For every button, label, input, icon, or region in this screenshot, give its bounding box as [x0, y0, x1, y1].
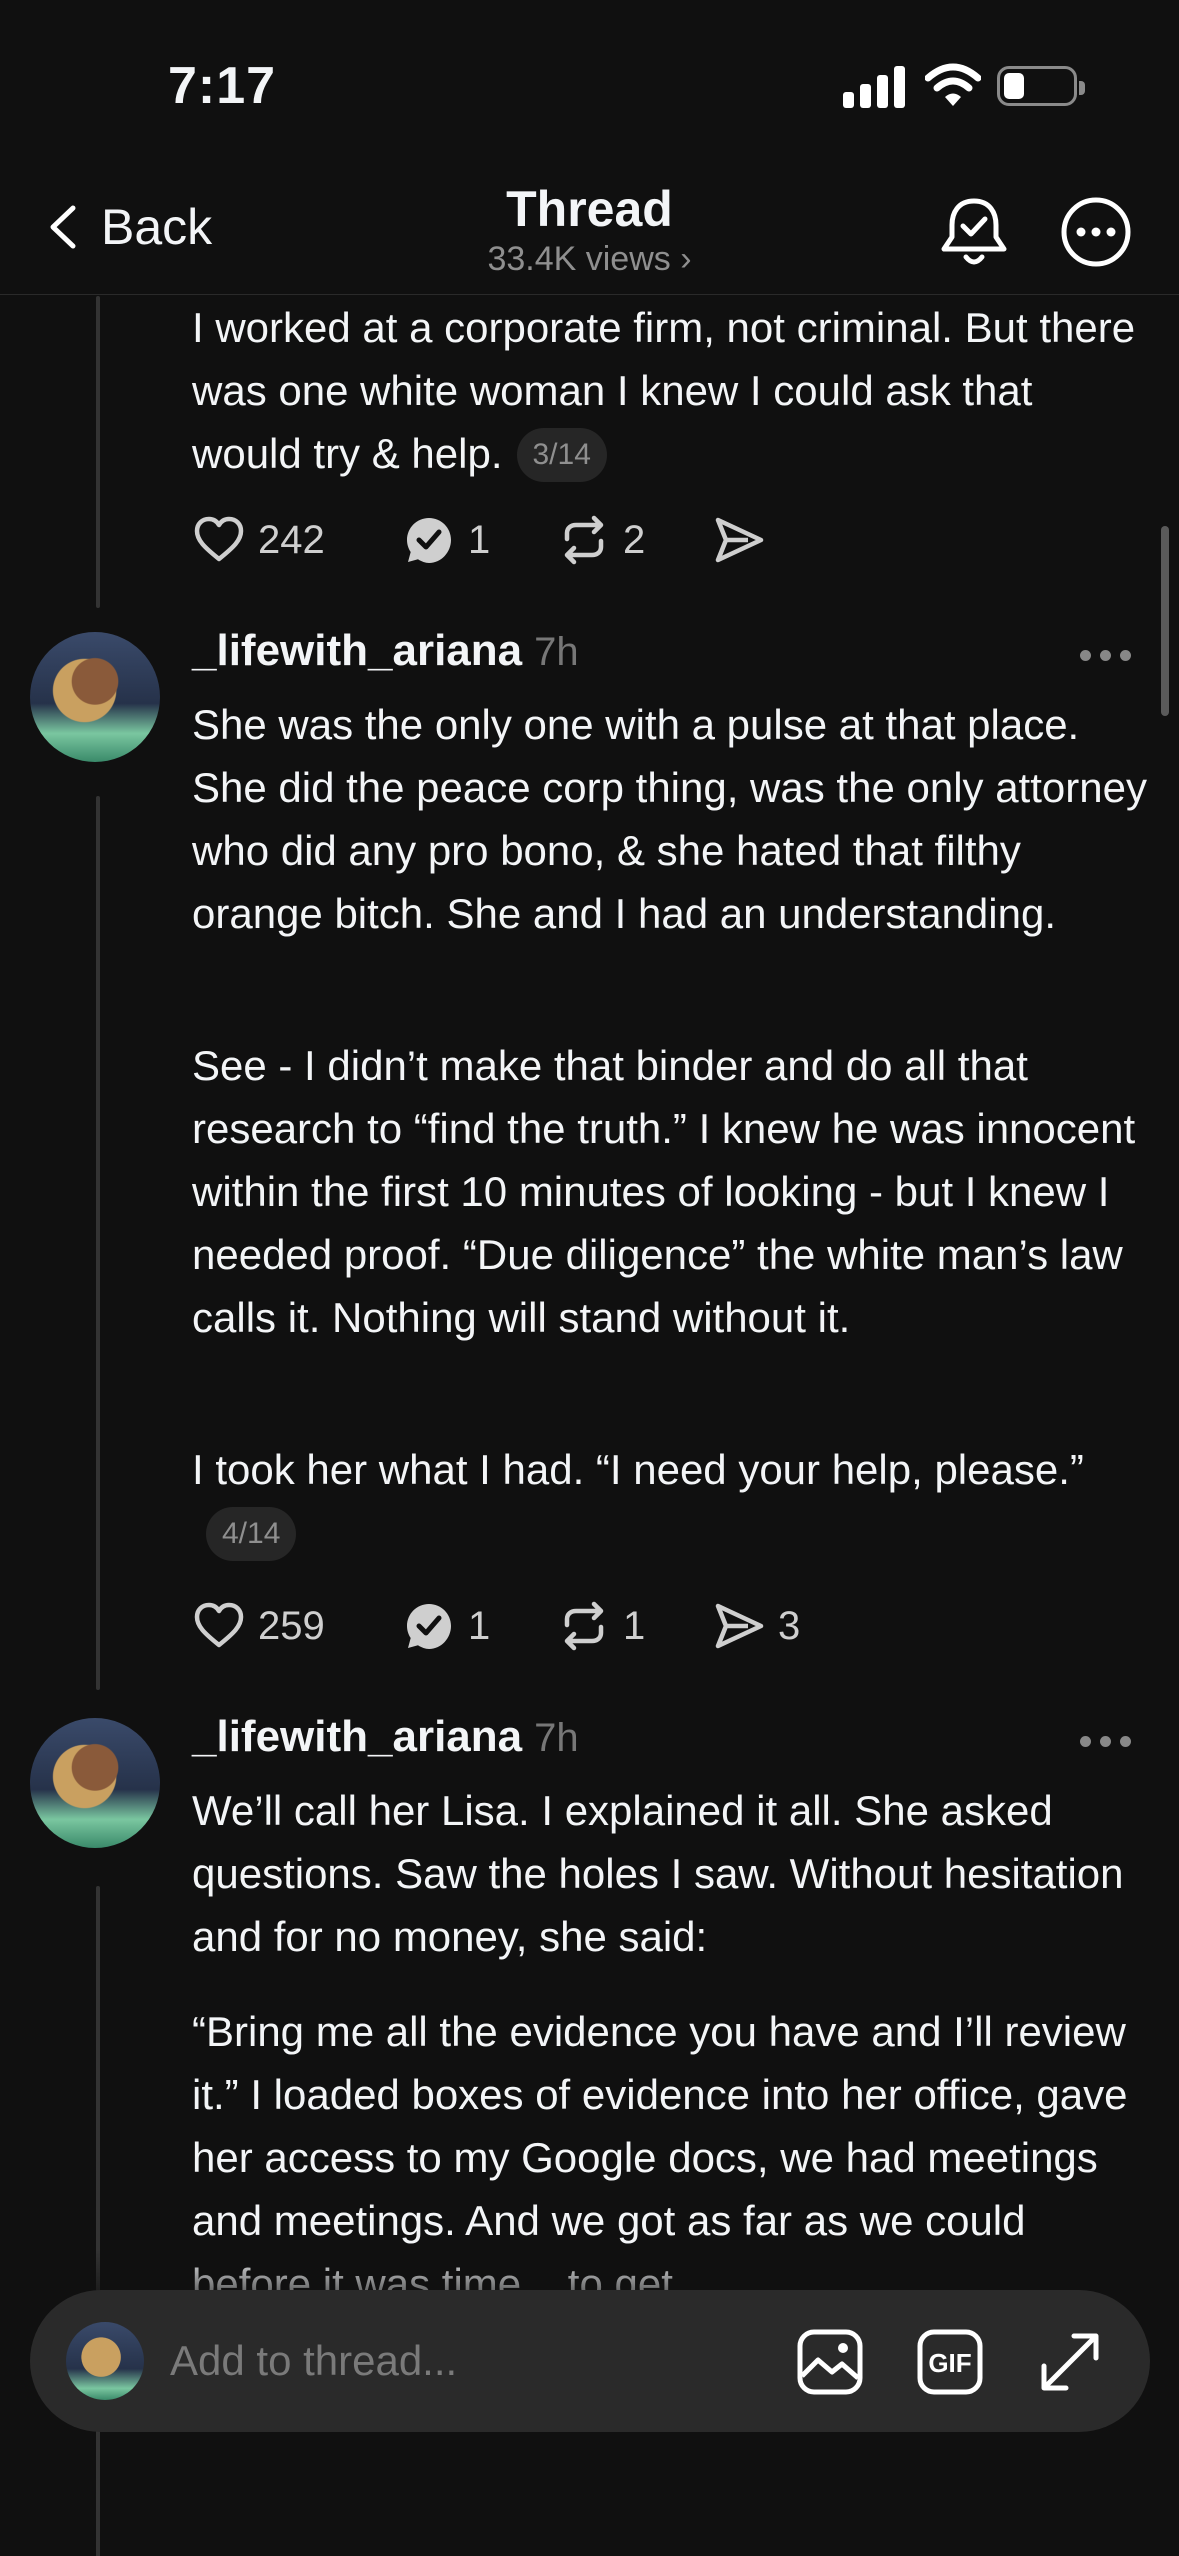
more-circle-icon[interactable]	[1060, 196, 1132, 268]
like-button[interactable]: 259	[192, 1599, 402, 1653]
post-more-icon[interactable]	[1080, 1736, 1132, 1748]
reply-icon	[407, 1604, 451, 1649]
gif-icon[interactable]: GIF	[916, 2328, 984, 2396]
heart-icon	[194, 1602, 244, 1648]
post-time: 7h	[534, 1716, 579, 1760]
share-button[interactable]: 3	[712, 1599, 800, 1653]
thread-connector	[96, 296, 100, 608]
post-username[interactable]: _lifewith_ariana	[192, 626, 522, 676]
reply-icon	[407, 518, 451, 563]
post-text: I took her what I had. “I need your help…	[192, 1446, 1084, 1493]
share-icon	[715, 1603, 764, 1649]
reply-button[interactable]: 1	[402, 1599, 557, 1653]
repost-icon	[564, 515, 604, 565]
like-count: 259	[258, 1603, 325, 1648]
avatar	[66, 2322, 144, 2400]
share-icon	[715, 517, 764, 563]
post-text: See - I didn’t make that binder and do a…	[192, 1042, 1136, 1341]
post-more-icon[interactable]	[1080, 650, 1132, 662]
heart-icon	[194, 516, 244, 562]
thread-list: I worked at a corporate firm, not crimin…	[0, 296, 1179, 2556]
repost-button[interactable]: 1	[557, 1599, 712, 1653]
image-icon[interactable]	[796, 2328, 864, 2396]
avatar[interactable]	[30, 1718, 160, 1848]
battery-icon	[997, 66, 1085, 106]
repost-button[interactable]: 2	[557, 513, 712, 567]
post-time: 7h	[534, 630, 579, 674]
share-count: 3	[778, 1603, 801, 1648]
share-button[interactable]	[712, 513, 778, 567]
repost-icon	[564, 1601, 604, 1651]
post-username[interactable]: _lifewith_ariana	[192, 1712, 522, 1762]
post-text: She was the only one with a pulse at tha…	[192, 701, 1147, 937]
expand-icon[interactable]	[1036, 2328, 1104, 2396]
thread-connector	[96, 796, 100, 1690]
repost-count: 1	[623, 1603, 646, 1648]
post-text: We’ll call her Lisa. I explained it all.…	[192, 1787, 1124, 1960]
reply-count: 1	[468, 517, 491, 562]
like-button[interactable]: 242	[192, 513, 402, 567]
status-bar: 7:17	[0, 0, 1179, 170]
thread-connector	[96, 1886, 100, 2556]
like-count: 242	[258, 517, 325, 562]
status-time: 7:17	[168, 57, 277, 115]
post-actions: 259 1 1 3	[192, 1598, 800, 1654]
repost-count: 2	[623, 517, 646, 562]
bell-check-icon[interactable]	[938, 195, 1010, 271]
thread-composer: GIF	[30, 2290, 1150, 2432]
scrollbar[interactable]	[1161, 526, 1169, 716]
post-text: I worked at a corporate firm, not crimin…	[192, 304, 1136, 477]
svg-text:GIF: GIF	[928, 2348, 971, 2378]
cellular-signal-icon	[843, 66, 905, 108]
reply-count: 1	[468, 1603, 491, 1648]
post-counter-badge: 4/14	[206, 1507, 297, 1561]
wifi-icon	[925, 63, 981, 106]
post-actions: 242 1 2	[192, 512, 778, 568]
add-to-thread-input[interactable]	[170, 2328, 770, 2394]
avatar[interactable]	[30, 632, 160, 762]
thread-header: Back Thread 33.4K views ›	[0, 170, 1179, 295]
reply-button[interactable]: 1	[402, 513, 557, 567]
post-counter-badge: 3/14	[516, 428, 607, 482]
